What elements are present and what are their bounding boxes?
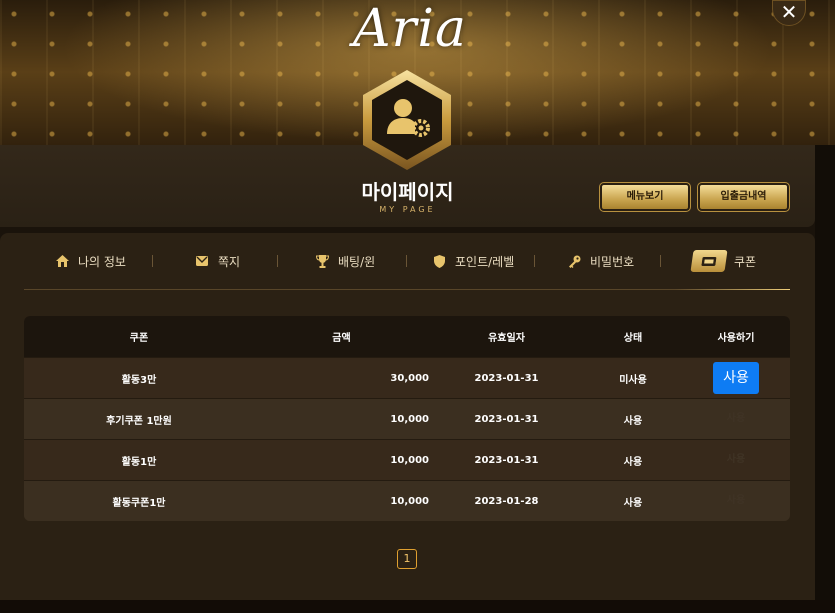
menu-button[interactable]: 메뉴보기 [599, 182, 691, 212]
coupon-expiry: 2023-01-31 [474, 372, 539, 384]
coupon-amount: 10,000 [390, 454, 429, 466]
tab-coupon[interactable]: 쿠폰 [690, 244, 757, 278]
tab-divider [277, 255, 278, 267]
tab-label: 포인트/레벨 [455, 254, 515, 269]
coupon-status: 미사용 [619, 374, 647, 386]
mypage-emblem [359, 68, 455, 172]
column-header-expiry: 유효일자 [488, 333, 525, 344]
coupon-name: 활동쿠폰1만 [112, 497, 166, 509]
table-header: 쿠폰 금액 유효일자 상태 사용하기 [24, 316, 790, 357]
tab-divider [152, 255, 153, 267]
use-coupon-button-disabled: 사용 [726, 454, 746, 465]
coupon-status: 사용 [623, 456, 643, 468]
coupon-icon [690, 250, 728, 272]
bottom-edge [0, 600, 835, 613]
column-header-coupon: 쿠폰 [129, 333, 149, 344]
table-row: 활동쿠폰1만 10,000 2023-01-28 사용 사용 [24, 480, 790, 521]
coupon-table: 쿠폰 금액 유효일자 상태 사용하기 활동3만 30,000 2023-01-3… [24, 316, 790, 521]
column-header-status: 상태 [623, 333, 643, 344]
tab-bar: 나의 정보 쪽지 배팅/윈 포인트/레벨 비밀번호 쿠폰 [24, 244, 790, 278]
table-row: 활동3만 30,000 2023-01-31 미사용 사용 [24, 357, 790, 398]
coupon-status: 사용 [623, 415, 643, 427]
tab-label: 쪽지 [218, 254, 241, 269]
tab-label: 배팅/윈 [338, 254, 376, 269]
column-header-amount: 금액 [332, 333, 351, 344]
use-coupon-button[interactable]: 사용 [713, 362, 759, 394]
home-icon [54, 253, 70, 269]
page-title: 마이페이지 [361, 180, 454, 204]
tab-divider [406, 255, 407, 267]
coupon-expiry: 2023-01-28 [474, 495, 539, 507]
column-header-use: 사용하기 [717, 333, 755, 344]
tab-my-info[interactable]: 나의 정보 [54, 244, 126, 278]
mail-icon [194, 253, 210, 269]
user-settings-icon [363, 70, 451, 170]
shield-icon [431, 253, 447, 269]
tab-label: 쿠폰 [734, 254, 757, 269]
tab-divider [534, 255, 535, 267]
coupon-amount: 10,000 [390, 495, 429, 507]
table-row: 후기쿠폰 1만원 10,000 2023-01-31 사용 사용 [24, 398, 790, 439]
transaction-history-button[interactable]: 입출금내역 [697, 182, 790, 212]
tab-betting-win[interactable]: 배팅/윈 [314, 244, 375, 278]
coupon-amount: 10,000 [390, 413, 429, 425]
tab-password[interactable]: 비밀번호 [566, 244, 634, 278]
coupon-expiry: 2023-01-31 [474, 454, 539, 466]
coupon-status: 사용 [623, 497, 643, 509]
tab-points-level[interactable]: 포인트/레벨 [431, 244, 514, 278]
tab-label: 비밀번호 [590, 254, 635, 269]
table-row: 활동1만 10,000 2023-01-31 사용 사용 [24, 439, 790, 480]
coupon-name: 활동3만 [121, 374, 157, 386]
tab-label: 나의 정보 [78, 254, 126, 269]
page-edge [815, 145, 835, 613]
use-coupon-button-disabled: 사용 [726, 413, 746, 424]
coupon-amount: 30,000 [390, 372, 429, 384]
page-subtitle: MY PAGE [379, 205, 436, 214]
coupon-name: 활동1만 [121, 456, 157, 468]
key-icon [566, 253, 582, 269]
brand-logo: Aria [352, 0, 468, 59]
tab-messages[interactable]: 쪽지 [194, 244, 240, 278]
coupon-name: 후기쿠폰 1만원 [106, 415, 172, 427]
use-coupon-button-disabled: 사용 [726, 495, 746, 506]
trophy-icon [314, 253, 330, 269]
coupon-expiry: 2023-01-31 [474, 413, 539, 425]
pagination-page-1[interactable]: 1 [397, 549, 417, 569]
tab-underline [24, 289, 790, 290]
tab-divider [660, 255, 661, 267]
